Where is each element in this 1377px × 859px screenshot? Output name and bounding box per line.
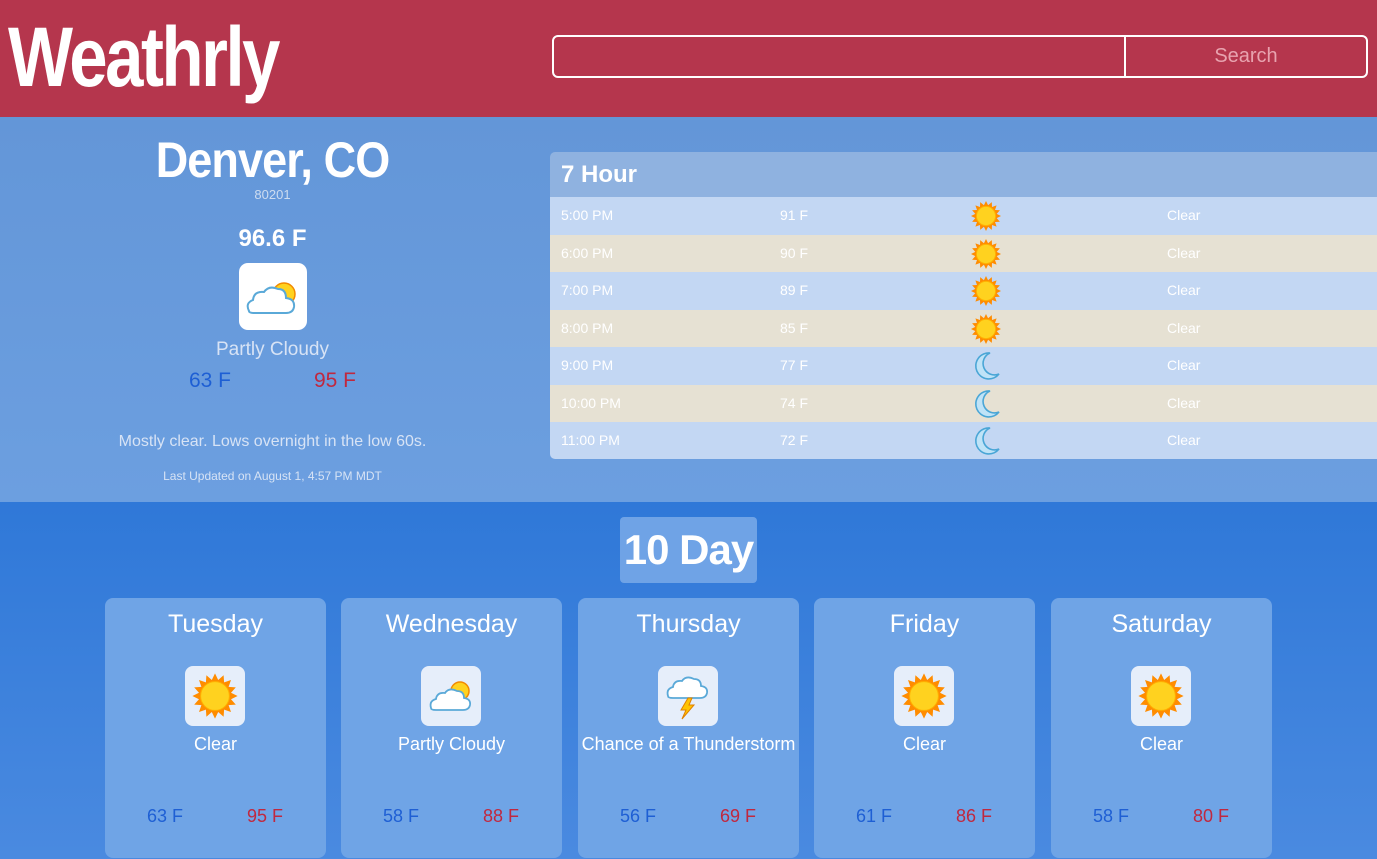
hour-condition: Clear [1167, 432, 1201, 448]
day-low-temp: 58 F [1092, 806, 1130, 826]
hour-time: 11:00 PM [561, 432, 620, 448]
sun-icon [970, 200, 1002, 232]
hour-time: 8:00 PM [561, 319, 614, 336]
day-high-temp: 80 F [1192, 806, 1230, 826]
hour-temp: 85 F [780, 319, 809, 336]
hour-condition: Clear [1167, 319, 1201, 336]
day-condition: Chance of a Thunderstorm [581, 734, 796, 754]
current-condition: Partly Cloudy [216, 339, 329, 360]
hourly-row: 8:00 PM 85 F Clear [550, 309, 1377, 347]
hourly-forecast-panel: 7 Hour 5:00 PM 91 F Clear 6:00 PM 90 F Clear 7… [550, 152, 1377, 459]
day-high-temp: 95 F [246, 806, 284, 826]
day-card: Wednesday Partly Cloudy 58 F 88 F [341, 598, 562, 858]
day-card: Friday Clear 61 F 86 F [814, 598, 1035, 858]
day-high-temp: 88 F [482, 806, 520, 826]
hour-temp: 91 F [780, 207, 809, 223]
partly-cloudy-icon [239, 263, 307, 330]
hour-condition: Clear [1167, 244, 1201, 261]
city-name: Denver, CO [155, 132, 391, 188]
current-low-temp: 63 F [188, 369, 232, 392]
day-name: Friday [889, 610, 960, 638]
day-high-temp: 86 F [955, 806, 993, 826]
hour-temp: 77 F [780, 357, 809, 373]
hourly-row: 11:00 PM 72 F Clear [550, 422, 1377, 459]
day-high-temp: 69 F [719, 806, 757, 826]
day-card: Tuesday Clear 63 F 95 F [105, 598, 326, 858]
hour-time: 10:00 PM [561, 394, 621, 411]
sun-icon [970, 313, 1002, 345]
hourly-row: 9:00 PM 77 F Clear [550, 347, 1377, 385]
current-temperature: 96.6 F [238, 225, 307, 252]
hour-temp: 90 F [780, 244, 809, 261]
hour-condition: Clear [1167, 394, 1201, 411]
day-name: Tuesday [168, 610, 263, 638]
hour-time: 5:00 PM [561, 207, 614, 223]
hourly-row: 5:00 PM 91 F Clear [550, 197, 1377, 235]
current-high-temp: 95 F [313, 369, 357, 392]
hour-time: 6:00 PM [561, 244, 614, 261]
last-updated: Last Updated on August 1, 4:57 PM MDT [163, 469, 382, 483]
hourly-title: 7 Hour [550, 152, 1377, 197]
hourly-row: 7:00 PM 89 F Clear [550, 272, 1377, 310]
day-card: Thursday Chance of a Thunderstorm 56 F 69 F [578, 598, 799, 858]
sun-icon [970, 238, 1002, 270]
sun-icon [894, 666, 954, 726]
ten-day-title: 10 Day [620, 517, 757, 583]
hour-condition: Clear [1167, 282, 1201, 298]
day-low-temp: 61 F [855, 806, 893, 826]
header-bar: Weathrly Search [0, 0, 1377, 117]
moon-icon [970, 425, 1002, 457]
current-weather-section: Denver, CO 80201 96.6 F Partly Cloudy 63… [0, 117, 1377, 502]
sun-icon [1131, 666, 1191, 726]
day-card: Saturday Clear 58 F 80 F [1051, 598, 1272, 858]
hour-temp: 72 F [780, 432, 809, 448]
day-name: Wednesday [385, 610, 518, 638]
day-low-temp: 63 F [146, 806, 184, 826]
day-condition: Partly Cloudy [397, 734, 506, 754]
search-button[interactable]: Search [1124, 37, 1366, 76]
hour-time: 9:00 PM [561, 357, 614, 373]
app-logo: Weathrly [8, 10, 280, 104]
sun-icon [970, 275, 1002, 307]
hourly-row: 10:00 PM 74 F Clear [550, 384, 1377, 422]
day-condition: Clear [1139, 734, 1183, 754]
hourly-rows: 5:00 PM 91 F Clear 6:00 PM 90 F Clear 7:00 PM 8… [550, 197, 1377, 459]
moon-icon [970, 350, 1002, 382]
day-condition: Clear [193, 734, 237, 754]
zip-code: 80201 [254, 187, 291, 202]
sun-icon [185, 666, 245, 726]
partly-cloudy-icon [421, 666, 481, 726]
search-bar: Search [552, 35, 1368, 78]
day-name: Thursday [636, 610, 741, 638]
hour-time: 7:00 PM [561, 282, 614, 298]
hour-condition: Clear [1167, 207, 1201, 223]
thunderstorm-icon [658, 666, 718, 726]
day-name: Saturday [1111, 610, 1212, 638]
forecast-summary: Mostly clear. Lows overnight in the low … [118, 433, 427, 450]
hour-temp: 74 F [780, 394, 809, 411]
hourly-row: 6:00 PM 90 F Clear [550, 234, 1377, 272]
day-low-temp: 58 F [382, 806, 420, 826]
hour-temp: 89 F [780, 282, 809, 298]
ten-day-section: 10 Day Tuesday Clear 63 F 95 F Wednesday Part… [0, 502, 1377, 859]
hour-condition: Clear [1167, 357, 1201, 373]
moon-icon [970, 388, 1002, 420]
day-low-temp: 56 F [619, 806, 657, 826]
search-input[interactable] [554, 37, 1124, 76]
day-condition: Clear [902, 734, 946, 754]
